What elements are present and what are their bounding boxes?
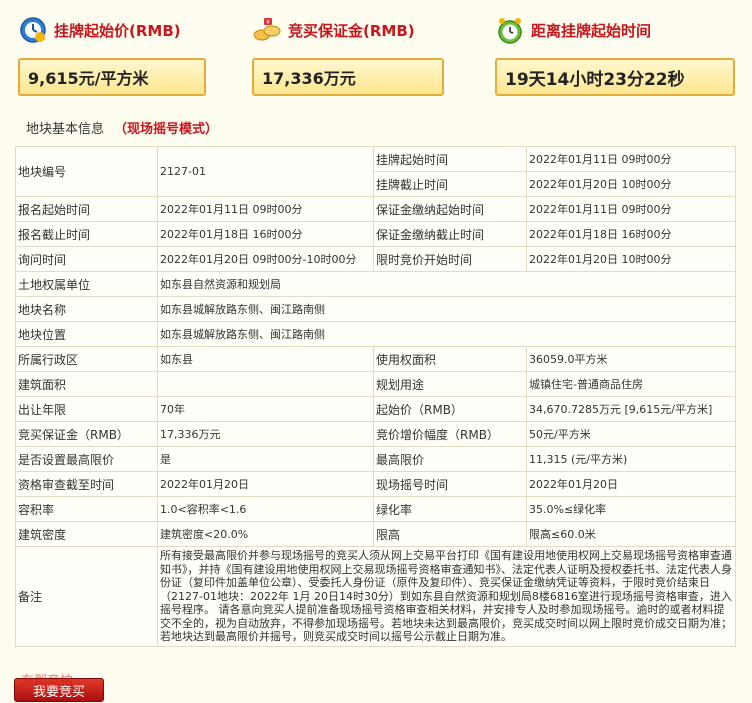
field-value: 2127-01 — [157, 146, 374, 197]
field-label: 规划用途 — [373, 371, 527, 397]
field-label: 保证金缴纳起始时间 — [373, 196, 527, 222]
field-label: 限时竞价开始时间 — [373, 246, 527, 272]
field-label: 使用权面积 — [373, 346, 527, 372]
table-row: 询问时间 2022年01月20日 09时00分-10时00分 限时竞价开始时间 … — [15, 246, 736, 272]
table-row: 报名截止时间 2022年01月18日 16时00分 保证金缴纳截止时间 2022… — [15, 221, 736, 247]
deposit-card: ¥ 竞买保证金(RMB) 17,336万元 — [252, 12, 444, 96]
field-value: 2022年01月20日 10时00分 — [526, 246, 736, 272]
deposit-value: 17,336万元 — [252, 58, 444, 96]
table-row: 土地权属单位 如东县自然资源和规划局 — [15, 271, 736, 297]
table-row: 地块编号 2127-01 挂牌起始时间 2022年01月11日 09时00分 — [15, 146, 736, 197]
parcel-info-table: 地块编号 2127-01 挂牌起始时间 2022年01月11日 09时00分 挂… — [15, 146, 736, 647]
table-row: 地块位置 如东县城解放路东侧、闽江路南侧 — [15, 321, 736, 347]
table-row: 备注 所有接受最高限价并参与现场摇号的竞买人须从网上交易平台打印《国有建设用地使… — [15, 546, 736, 647]
field-value: 限高≤60.0米 — [526, 521, 736, 547]
summary-bar: 挂牌起始价(RMB) 9,615元/平方米 ¥ 竞买保证金(RMB) 17,33… — [0, 0, 752, 108]
table-row: 所属行政区 如东县 使用权面积 36059.0平方米 — [15, 346, 736, 372]
field-value: 是 — [157, 446, 374, 472]
coins-icon: ¥ — [252, 15, 282, 45]
start-price-card: 挂牌起始价(RMB) 9,615元/平方米 — [18, 12, 206, 96]
remarks-text: 所有接受最高限价并参与现场摇号的竞买人须从网上交易平台打印《国有建设用地使用权网… — [157, 546, 736, 647]
table-row: 地块名称 如东县城解放路东侧、闽江路南侧 — [15, 296, 736, 322]
field-value: 2022年01月18日 16时00分 — [526, 221, 736, 247]
field-label: 出让年限 — [15, 396, 158, 422]
field-label: 是否设置最高限价 — [15, 446, 158, 472]
countdown-label: 距离挂牌起始时间 — [531, 21, 652, 40]
field-value: 如东县自然资源和规划局 — [157, 271, 736, 297]
section-title: 地块基本信息 （现场摇号模式） — [26, 118, 218, 137]
field-label: 绿化率 — [373, 496, 527, 522]
field-value: 如东县城解放路东侧、闽江路南侧 — [157, 321, 736, 347]
start-price-value: 9,615元/平方米 — [18, 58, 206, 96]
field-label: 竞买保证金（RMB） — [15, 421, 158, 447]
bid-button-ghost-text: 东郡竞拍 — [21, 674, 74, 689]
bid-button[interactable]: 东郡竞拍 我要竞买 — [14, 674, 104, 702]
field-label: 最高限价 — [373, 446, 527, 472]
clock-icon — [18, 15, 48, 45]
countdown-card: 距离挂牌起始时间 19天14小时23分22秒 — [495, 12, 735, 96]
field-label: 备注 — [15, 546, 158, 647]
field-label: 地块名称 — [15, 296, 158, 322]
field-value: 2022年01月20日 — [526, 471, 736, 497]
table-row: 是否设置最高限价 是 最高限价 11,315 (元/平方米) — [15, 446, 736, 472]
field-value: 2022年01月11日 09时00分 — [526, 146, 736, 172]
field-label: 询问时间 — [15, 246, 158, 272]
field-label: 地块编号 — [15, 146, 158, 197]
start-price-label: 挂牌起始价(RMB) — [54, 21, 181, 40]
field-label: 建筑密度 — [15, 521, 158, 547]
field-label: 限高 — [373, 521, 527, 547]
field-value: 34,670.7285万元 [9,615元/平方米] — [526, 396, 736, 422]
section-title-text: 地块基本信息 — [26, 122, 105, 137]
field-value: 70年 — [157, 396, 374, 422]
field-value: 2022年01月11日 09时00分 — [157, 196, 374, 222]
field-label: 报名起始时间 — [15, 196, 158, 222]
field-label: 现场摇号时间 — [373, 471, 527, 497]
field-value: 2022年01月18日 16时00分 — [157, 221, 374, 247]
field-label: 容积率 — [15, 496, 158, 522]
table-row: 容积率 1.0<容积率<1.6 绿化率 35.0%≤绿化率 — [15, 496, 736, 522]
table-row: 出让年限 70年 起始价（RMB） 34,670.7285万元 [9,615元/… — [15, 396, 736, 422]
field-value: 2022年01月20日 09时00分-10时00分 — [157, 246, 374, 272]
field-label: 建筑面积 — [15, 371, 158, 397]
field-value: 城镇住宅-普通商品住房 — [526, 371, 736, 397]
field-value: 如东县 — [157, 346, 374, 372]
field-label: 挂牌起始时间 — [373, 146, 527, 172]
alarm-clock-icon — [495, 15, 525, 45]
field-label: 竞价增价幅度（RMB） — [373, 421, 527, 447]
field-label: 所属行政区 — [15, 346, 158, 372]
field-value: 17,336万元 — [157, 421, 374, 447]
field-value: 2022年01月20日 — [157, 471, 374, 497]
field-value: 11,315 (元/平方米) — [526, 446, 736, 472]
field-value: 36059.0平方米 — [526, 346, 736, 372]
field-value: 50元/平方米 — [526, 421, 736, 447]
field-value: 1.0<容积率<1.6 — [157, 496, 374, 522]
field-label: 保证金缴纳截止时间 — [373, 221, 527, 247]
field-value: 如东县城解放路东侧、闽江路南侧 — [157, 296, 736, 322]
field-value — [157, 371, 374, 397]
table-row: 报名起始时间 2022年01月11日 09时00分 保证金缴纳起始时间 2022… — [15, 196, 736, 222]
table-row: 建筑面积 规划用途 城镇住宅-普通商品住房 — [15, 371, 736, 397]
countdown-value: 19天14小时23分22秒 — [495, 58, 735, 96]
deposit-label: 竞买保证金(RMB) — [288, 21, 415, 40]
field-label: 土地权属单位 — [15, 271, 158, 297]
auction-mode-label: （现场摇号模式） — [114, 122, 219, 137]
field-value: 35.0%≤绿化率 — [526, 496, 736, 522]
table-row: 资格审查截至时间 2022年01月20日 现场摇号时间 2022年01月20日 — [15, 471, 736, 497]
field-label: 地块位置 — [15, 321, 158, 347]
field-value: 2022年01月11日 09时00分 — [526, 196, 736, 222]
svg-text:¥: ¥ — [266, 19, 270, 26]
table-row: 竞买保证金（RMB） 17,336万元 竞价增价幅度（RMB） 50元/平方米 — [15, 421, 736, 447]
field-label: 报名截止时间 — [15, 221, 158, 247]
field-value: 建筑密度<20.0% — [157, 521, 374, 547]
table-row: 建筑密度 建筑密度<20.0% 限高 限高≤60.0米 — [15, 521, 736, 547]
field-label: 挂牌截止时间 — [373, 171, 527, 197]
field-label: 资格审查截至时间 — [15, 471, 158, 497]
field-label: 起始价（RMB） — [373, 396, 527, 422]
field-value: 2022年01月20日 10时00分 — [526, 171, 736, 197]
